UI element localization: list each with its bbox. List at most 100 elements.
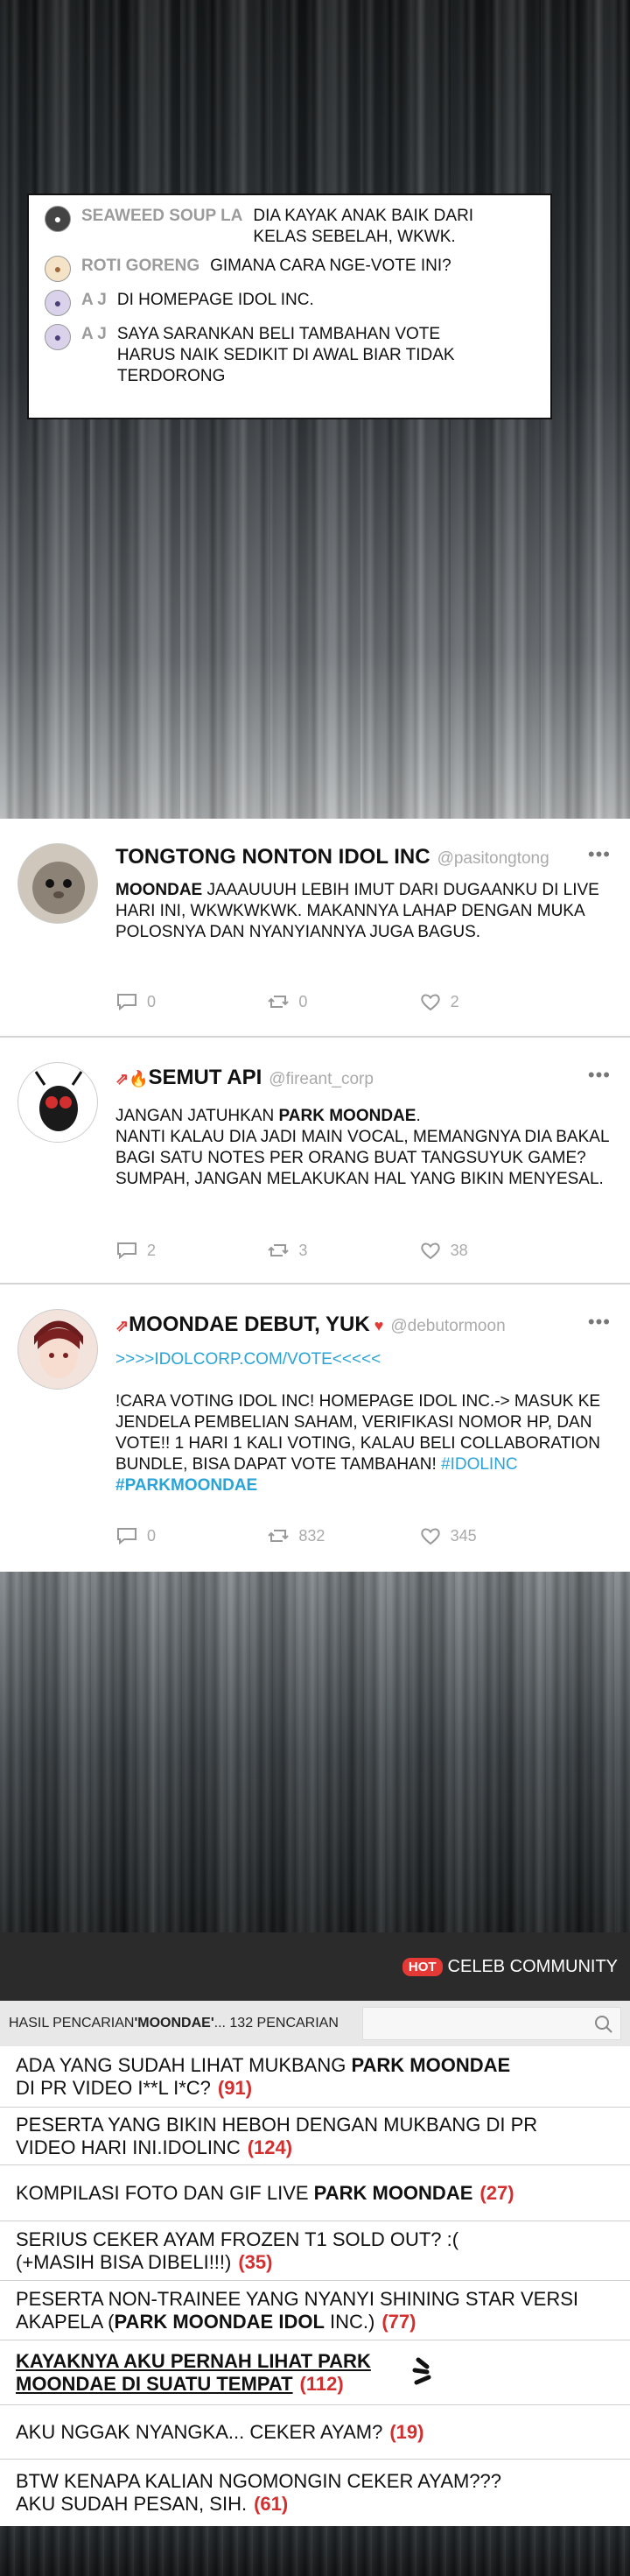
retweet-icon xyxy=(268,1244,290,1256)
reply-button[interactable]: 0 xyxy=(116,1526,267,1545)
heart-icon xyxy=(420,1528,440,1545)
avatar: ● xyxy=(45,206,71,232)
vote-link[interactable]: >>>>IDOLCORP.COM/VOTE<<<<< xyxy=(116,1349,614,1370)
like-button[interactable]: 345 xyxy=(419,1526,570,1545)
chart-up-icon: ⇗ xyxy=(116,1317,130,1334)
avatar: ● xyxy=(45,324,71,350)
tweet[interactable]: ⇗MOONDAE DEBUT, YUK ♥ @debutormoon ••• >>… xyxy=(0,1284,630,1572)
like-button[interactable]: 2 xyxy=(419,992,570,1011)
heart-icon xyxy=(420,994,440,1011)
heart-icon: ♥ xyxy=(369,1317,384,1334)
more-icon[interactable]: ••• xyxy=(588,843,611,866)
avatar xyxy=(18,1309,98,1390)
list-item[interactable]: AKU NGGAK NYANGKA... CEKER AYAM? (19) xyxy=(0,2405,630,2460)
search-icon[interactable] xyxy=(594,2015,613,2034)
chat-text: DIA KAYAK ANAK BAIK DARI KELAS SEBELAH, … xyxy=(253,207,474,246)
background-middle xyxy=(0,1572,630,1932)
tweet-feed: TONGTONG NONTON IDOL INC @pasitongtong ••… xyxy=(0,819,630,1572)
tweet-body-text: !CARA VOTING IDOL INC! HOMEPAGE IDOL INC… xyxy=(116,1392,601,1474)
tweet-author[interactable]: MOONDAE DEBUT, YUK xyxy=(129,1313,370,1336)
like-count: 2 xyxy=(450,992,459,1010)
hot-badge: HOT xyxy=(402,1957,443,1976)
heart-icon xyxy=(420,1242,440,1260)
fire-icon: ⇗🔥 xyxy=(116,1070,149,1087)
post-title: DI PR VIDEO I**L I*C? xyxy=(16,2076,211,2099)
more-icon[interactable]: ••• xyxy=(588,1064,611,1087)
retweet-button[interactable]: 3 xyxy=(267,1241,418,1260)
click-marker-icon xyxy=(412,2357,431,2385)
list-item[interactable]: PESERTA NON-TRAINEE YANG NYANYI SHINING … xyxy=(0,2281,630,2340)
post-title-bold: PARK MOONDAE xyxy=(313,2181,473,2204)
tweet-body-text: NANTI KALAU DIA JADI MAIN VOCAL, MEMANGN… xyxy=(116,1128,609,1188)
reply-button[interactable]: 0 xyxy=(116,992,267,1011)
hashtag-link[interactable]: #PARKMOONDAE xyxy=(116,1476,257,1495)
comment-count: (77) xyxy=(382,2310,416,2333)
chat-message: ● A J SAYA SARANKAN BELI TAMBAHAN VOTE H… xyxy=(45,324,535,387)
post-title: ADA YANG SUDAH LIHAT MUKBANG xyxy=(16,2053,352,2076)
list-item[interactable]: SERIUS CEKER AYAM FROZEN T1 SOLD OUT? :(… xyxy=(0,2221,630,2281)
list-item[interactable]: PESERTA YANG BIKIN HEBOH DENGAN MUKBANG … xyxy=(0,2108,630,2165)
search-input[interactable] xyxy=(362,2007,621,2040)
chat-username: SEAWEED SOUP LA xyxy=(81,207,243,225)
retweet-icon xyxy=(268,1530,290,1542)
avatar: ● xyxy=(45,290,71,316)
tweet-body-text: . xyxy=(416,1107,421,1125)
post-title-bold: PARK MOONDAE xyxy=(351,2053,511,2076)
community-title[interactable]: CELEB COMMUNITY xyxy=(448,1957,618,1977)
tweet-body: MOONDAE JAAAUUUH LEBIH IMUT DARI DUGAANK… xyxy=(116,880,614,943)
tweet-body-bold: PARK MOONDAE xyxy=(278,1107,416,1125)
avatar xyxy=(18,1062,98,1143)
tweet-handle[interactable]: @debutormoon xyxy=(390,1317,505,1335)
like-button[interactable]: 38 xyxy=(419,1241,570,1260)
chat-username: A J xyxy=(81,325,107,343)
tweet-header: ⇗🔥SEMUT API @fireant_corp xyxy=(116,1066,374,1090)
tweet-author[interactable]: SEMUT API xyxy=(149,1066,262,1089)
reply-icon xyxy=(117,994,136,1011)
tweet-body-text: JANGAN JATUHKAN xyxy=(116,1107,279,1125)
tweet[interactable]: TONGTONG NONTON IDOL INC @pasitongtong ••… xyxy=(0,819,630,1038)
reply-count: 0 xyxy=(147,992,157,1010)
like-count: 38 xyxy=(450,1241,468,1259)
retweet-button[interactable]: 832 xyxy=(267,1526,418,1545)
tweet-actions: 0 0 2 xyxy=(116,992,570,1011)
list-item[interactable]: BTW KENAPA KALIAN NGOMONGIN CEKER AYAM??… xyxy=(0,2460,630,2526)
reply-button[interactable]: 2 xyxy=(116,1241,267,1260)
tweet-handle[interactable]: @fireant_corp xyxy=(269,1070,374,1088)
retweet-button[interactable]: 0 xyxy=(267,992,418,1011)
chat-box: ● SEAWEED SOUP LA DIA KAYAK ANAK BAIK DA… xyxy=(27,194,552,419)
chat-message: ● SEAWEED SOUP LA DIA KAYAK ANAK BAIK DA… xyxy=(45,206,535,248)
post-title: INC.) xyxy=(324,2310,375,2333)
reply-count: 0 xyxy=(147,1526,157,1545)
comment-count: (112) xyxy=(299,2372,344,2395)
list-item[interactable]: KOMPILASI FOTO DAN GIF LIVE PARK MOONDAE… xyxy=(0,2165,630,2221)
reply-icon xyxy=(117,1528,136,1545)
tweet-author[interactable]: TONGTONG NONTON IDOL INC xyxy=(116,845,430,869)
tweet[interactable]: ⇗🔥SEMUT API @fireant_corp ••• JANGAN JATU… xyxy=(0,1038,630,1284)
post-title-bold: PARK MOONDAE IDOL xyxy=(114,2310,325,2333)
like-count: 345 xyxy=(450,1526,477,1545)
search-count: ... 132 PENCARIAN xyxy=(214,2016,339,2031)
tweet-header: ⇗MOONDAE DEBUT, YUK ♥ @debutormoon xyxy=(116,1313,506,1337)
comment-count: (27) xyxy=(480,2181,514,2204)
retweet-count: 0 xyxy=(298,992,308,1010)
chat-username: A J xyxy=(81,291,107,309)
chat-username: ROTI GORENG xyxy=(81,257,200,275)
tweet-handle[interactable]: @pasitongtong xyxy=(438,849,550,868)
tweet-body: JANGAN JATUHKAN PARK MOONDAE. NANTI KALA… xyxy=(116,1106,614,1190)
chat-text: GIMANA CARA NGE-VOTE INI? xyxy=(210,257,452,275)
background-bottom xyxy=(0,2526,630,2576)
tweet-body-bold: MOONDAE xyxy=(116,881,203,899)
search-term: 'MOONDAE' xyxy=(134,2016,214,2031)
list-item-visited[interactable]: KAYAKNYA AKU PERNAH LIHAT PARK MOONDAE D… xyxy=(0,2340,630,2405)
celeb-community: HOT CELEB COMMUNITY HASIL PENCARIAN 'MOO… xyxy=(0,1932,630,2526)
comment-count: (124) xyxy=(247,2136,293,2158)
reply-count: 2 xyxy=(147,1241,157,1259)
more-icon[interactable]: ••• xyxy=(588,1311,611,1334)
chat-message: ● ROTI GORENG GIMANA CARA NGE-VOTE INI? xyxy=(45,256,535,282)
chat-text: DI HOMEPAGE IDOL INC. xyxy=(116,291,314,309)
hashtag-link[interactable]: #IDOLINC xyxy=(441,1455,518,1474)
post-title: AKU NGGAK NYANGKA... CEKER AYAM? xyxy=(16,2420,383,2443)
tweet-actions: 2 3 38 xyxy=(116,1241,570,1260)
list-item[interactable]: ADA YANG SUDAH LIHAT MUKBANG PARK MOONDA… xyxy=(0,2046,630,2108)
retweet-icon xyxy=(268,996,290,1008)
